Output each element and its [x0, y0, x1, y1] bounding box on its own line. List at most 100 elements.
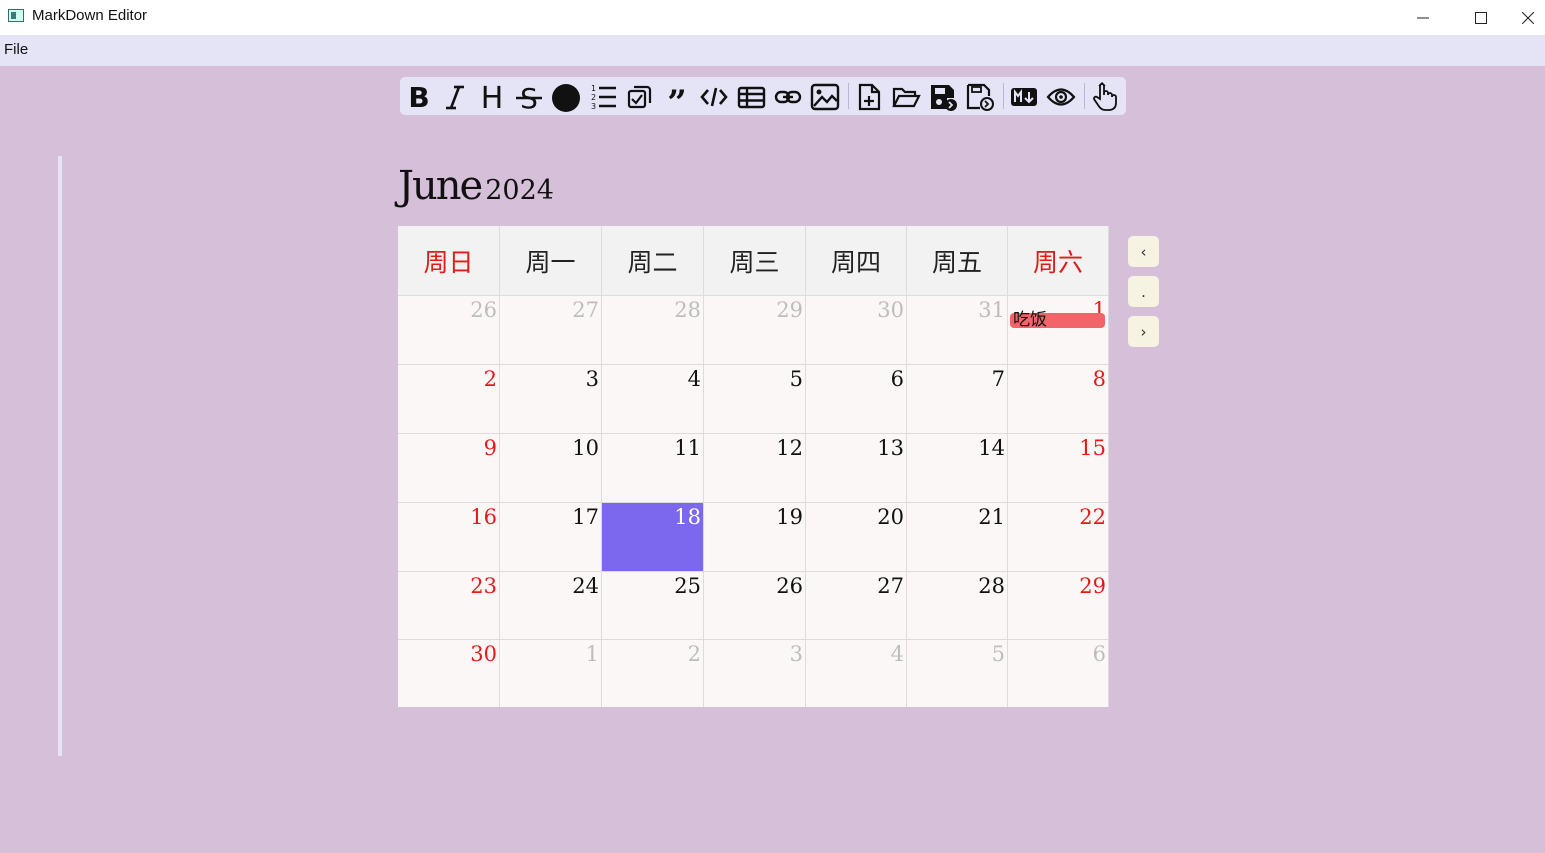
day-cell[interactable]: 1 吃饭 — [1008, 295, 1109, 364]
day-number: 19 — [776, 505, 803, 529]
day-number: 15 — [1079, 436, 1106, 460]
day-cell[interactable]: 10 — [500, 433, 602, 502]
day-cell[interactable]: 21 — [907, 502, 1008, 571]
save-icon — [931, 85, 957, 111]
new-file-button[interactable] — [852, 80, 886, 114]
weekday-header-cell: 周四 — [806, 226, 907, 295]
task-list-button[interactable] — [623, 80, 657, 114]
close-button[interactable] — [1510, 0, 1545, 35]
day-cell[interactable]: 28 — [602, 295, 704, 364]
day-cell[interactable]: 22 — [1008, 502, 1109, 571]
day-cell[interactable]: 31 — [907, 295, 1008, 364]
day-number: 28 — [978, 574, 1005, 598]
day-cell[interactable]: 12 — [704, 433, 806, 502]
markdown-button[interactable] — [1007, 80, 1041, 114]
day-number: 31 — [978, 298, 1005, 322]
day-cell[interactable]: 25 — [602, 571, 704, 639]
strikethrough-button[interactable]: S — [512, 80, 546, 114]
day-number: 5 — [991, 642, 1005, 666]
day-cell[interactable]: 23 — [398, 571, 500, 639]
day-cell[interactable]: 27 — [500, 295, 602, 364]
day-cell[interactable]: 7 — [907, 364, 1008, 433]
calendar-year: 2024 — [485, 175, 554, 206]
next-month-button[interactable]: › — [1128, 316, 1159, 347]
calendar-grid: 周日 周一 周二 周三 周四 周五 周六 26 27 28 29 30 31 1 吃饭 2 3 4 5 6 7 8 9 10… — [398, 226, 1109, 707]
day-number: 2 — [687, 642, 701, 666]
day-number: 13 — [877, 436, 904, 460]
day-cell[interactable]: 16 — [398, 502, 500, 571]
day-cell[interactable]: 4 — [806, 639, 907, 707]
day-cell[interactable]: 2 — [398, 364, 500, 433]
image-icon — [810, 83, 840, 111]
day-cell[interactable]: 2 — [602, 639, 704, 707]
bold-button[interactable]: B — [402, 80, 436, 114]
toolbar-divider — [1084, 83, 1085, 109]
code-button[interactable] — [697, 80, 731, 114]
day-cell[interactable]: 29 — [1008, 571, 1109, 639]
weekday-header: 周日 周一 周二 周三 周四 周五 周六 — [398, 226, 1109, 295]
pointer-hand-button[interactable] — [1088, 80, 1122, 114]
day-cell[interactable]: 26 — [398, 295, 500, 364]
day-cell[interactable]: 4 — [602, 364, 704, 433]
link-button[interactable] — [771, 80, 805, 114]
day-cell[interactable]: 9 — [398, 433, 500, 502]
save-button[interactable] — [926, 80, 960, 114]
ordered-list-button[interactable]: 1 2 3 — [586, 80, 620, 114]
table-button[interactable] — [734, 80, 768, 114]
day-cell[interactable]: 6 — [1008, 639, 1109, 707]
weekday-header-cell: 周三 — [704, 226, 806, 295]
calendar-event[interactable]: 吃饭 — [1010, 312, 1105, 329]
day-cell[interactable]: 20 — [806, 502, 907, 571]
minimize-button[interactable] — [1394, 0, 1452, 35]
italic-button[interactable] — [438, 80, 472, 114]
day-number: 18 — [674, 505, 701, 529]
menu-file[interactable]: File — [4, 41, 28, 58]
day-number: 4 — [890, 642, 904, 666]
day-cell[interactable]: 8 — [1008, 364, 1109, 433]
day-cell[interactable]: 24 — [500, 571, 602, 639]
day-cell[interactable]: 1 — [500, 639, 602, 707]
day-cell[interactable]: 30 — [806, 295, 907, 364]
markdown-icon — [1011, 88, 1037, 106]
day-cell[interactable]: 3 — [704, 639, 806, 707]
day-cell[interactable]: 5 — [704, 364, 806, 433]
image-button[interactable] — [808, 80, 842, 114]
day-cell[interactable]: 26 — [704, 571, 806, 639]
open-folder-button[interactable] — [889, 80, 923, 114]
day-cell[interactable]: 19 — [704, 502, 806, 571]
text-color-button[interactable] — [549, 80, 583, 114]
app-icon — [8, 9, 24, 22]
save-as-icon — [966, 83, 994, 111]
save-as-button[interactable] — [963, 80, 997, 114]
day-cell[interactable]: 5 — [907, 639, 1008, 707]
day-number: 9 — [483, 436, 497, 460]
svg-text:3: 3 — [591, 102, 596, 111]
code-icon — [700, 87, 728, 107]
weekday-header-cell: 周二 — [602, 226, 704, 295]
ordered-list-icon: 1 2 3 — [591, 84, 616, 111]
day-cell[interactable]: 27 — [806, 571, 907, 639]
heading-icon: H — [481, 82, 504, 112]
heading-button[interactable]: H — [475, 80, 509, 114]
today-button[interactable]: . — [1128, 276, 1159, 307]
toolbar-divider — [1003, 83, 1004, 109]
day-cell[interactable]: 6 — [806, 364, 907, 433]
maximize-button[interactable] — [1452, 0, 1510, 35]
day-cell-today[interactable]: 18 — [602, 502, 704, 571]
day-cell[interactable]: 28 — [907, 571, 1008, 639]
day-cell[interactable]: 30 — [398, 639, 500, 707]
preview-button[interactable] — [1044, 80, 1078, 114]
day-number: 8 — [1092, 367, 1106, 391]
day-number: 26 — [776, 574, 803, 598]
day-cell[interactable]: 11 — [602, 433, 704, 502]
day-cell[interactable]: 13 — [806, 433, 907, 502]
day-cell[interactable]: 17 — [500, 502, 602, 571]
day-cell[interactable]: 15 — [1008, 433, 1109, 502]
prev-month-button[interactable]: ‹ — [1128, 236, 1159, 267]
quote-button[interactable]: ” — [660, 80, 694, 114]
day-cell[interactable]: 29 — [704, 295, 806, 364]
table-icon — [737, 86, 766, 109]
day-number: 21 — [978, 505, 1005, 529]
day-cell[interactable]: 14 — [907, 433, 1008, 502]
day-cell[interactable]: 3 — [500, 364, 602, 433]
